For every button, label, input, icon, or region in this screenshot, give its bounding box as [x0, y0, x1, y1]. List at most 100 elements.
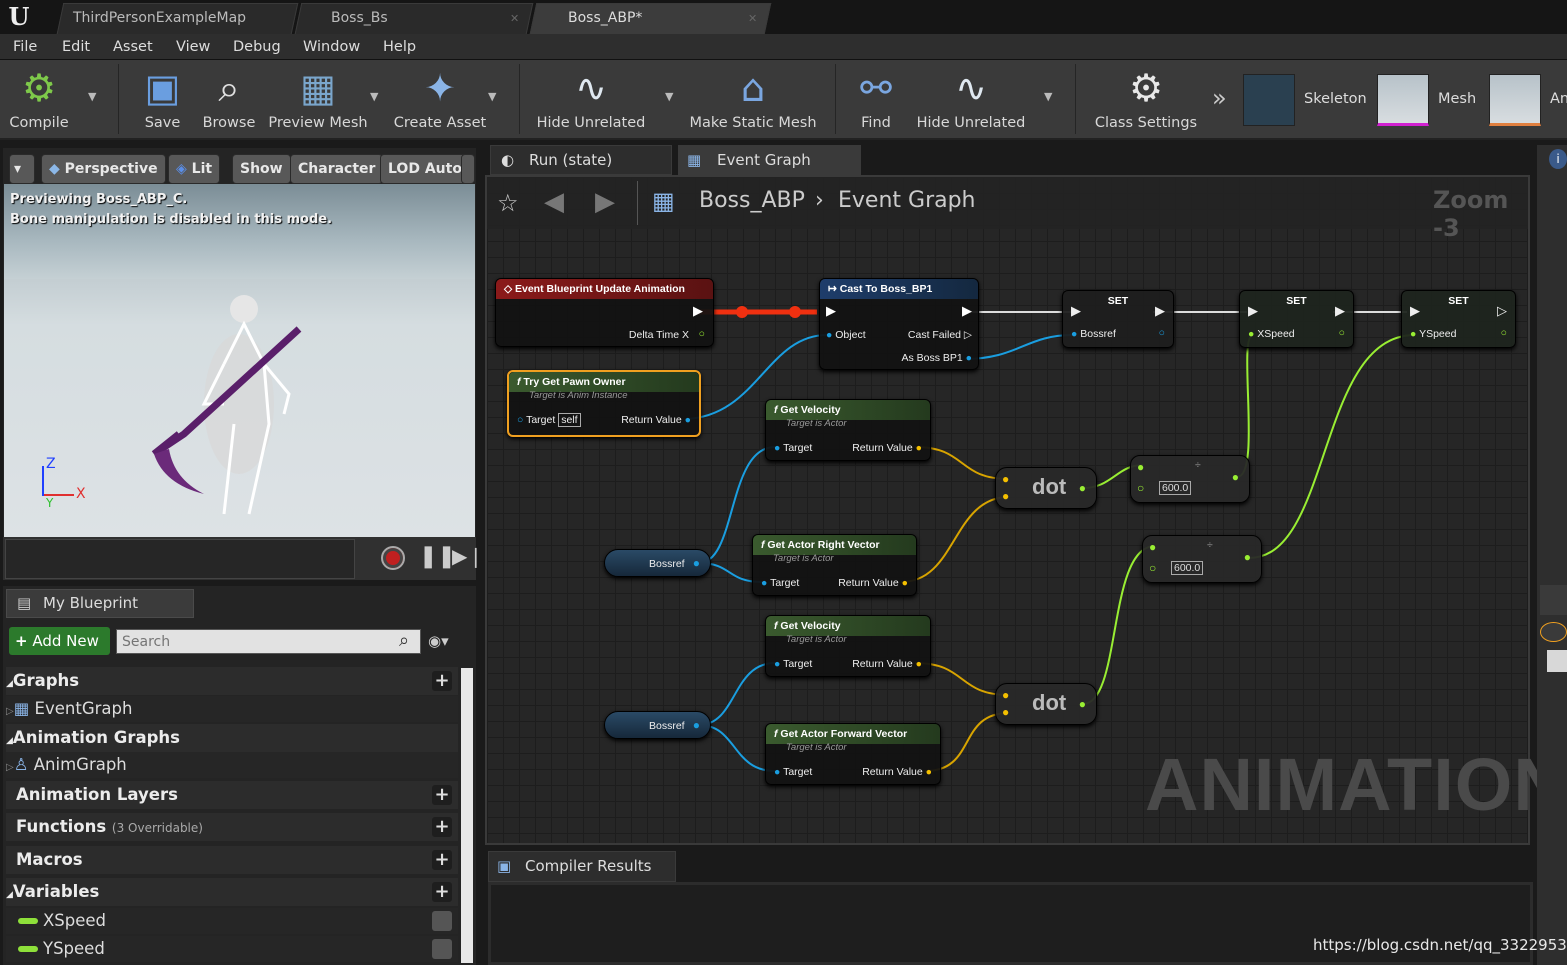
list-item-animgraph[interactable]: ▷♙ AnimGraph [6, 752, 458, 778]
section-graphs[interactable]: ◢Graphs + [6, 667, 458, 695]
mesh-mode-label[interactable]: Mesh [1438, 91, 1476, 107]
view-options-eye-icon[interactable]: ◉▾ [428, 632, 449, 650]
node-get-velocity-1[interactable]: f Get Velocity Target is Actor ● Target … [765, 399, 931, 461]
lod-auto-button[interactable]: LOD Auto [380, 154, 470, 184]
bossref-in-pin[interactable]: ● Bossref [1071, 328, 1116, 340]
xspeed-out-pin[interactable]: ○ [1339, 327, 1345, 339]
tab-third-person-map[interactable]: ThirdPersonExampleMap [56, 3, 299, 34]
save-button[interactable]: ▣ Save [135, 60, 190, 138]
section-macros[interactable]: Macros + [6, 846, 458, 874]
section-functions[interactable]: Functions (3 Overridable) + [6, 813, 458, 841]
more-chevron-icon[interactable]: » [1212, 84, 1227, 112]
close-icon[interactable]: ✕ [748, 4, 757, 33]
node-dot-product-1[interactable]: ● ● dot ● [995, 467, 1097, 509]
return-value-pin[interactable]: Return Value ● [621, 414, 691, 426]
add-macro-button[interactable]: + [432, 850, 452, 870]
node-get-bossref-2[interactable]: Bossref ● [604, 711, 711, 739]
float-in-pin-a[interactable]: ● [1149, 540, 1156, 554]
exec-out-pin[interactable]: ▶ [1155, 303, 1165, 319]
timeline-scrubber[interactable] [5, 539, 355, 579]
menu-file[interactable]: File [13, 34, 37, 60]
exec-out-pin[interactable]: ▶ [962, 303, 972, 319]
return-value-pin[interactable]: Return Value ● [862, 766, 932, 778]
float-out-pin[interactable]: ● [1079, 697, 1086, 711]
preview-mesh-dropdown-icon[interactable]: ▼ [370, 90, 378, 103]
float-in-pin-a[interactable]: ● [1137, 460, 1144, 474]
variable-xspeed[interactable]: XSpeed [6, 908, 458, 934]
target-pin[interactable]: ● Target [774, 442, 812, 454]
node-divide-1[interactable]: ● ○ ÷ 600.0 ● [1130, 455, 1250, 503]
node-set-yspeed[interactable]: SET ▶ ▷ ● YSpeed ○ [1401, 290, 1516, 348]
event-graph-canvas[interactable]: ☆ ◀ ▶ ▦ Boss_ABP › Event Graph Zoom -3 A… [485, 175, 1567, 845]
menu-debug[interactable]: Debug [233, 34, 281, 60]
float-in-pin-b[interactable]: ○ [1137, 481, 1144, 495]
node-dot-product-2[interactable]: ● ● dot ● [995, 683, 1097, 725]
record-icon[interactable] [381, 546, 405, 570]
hide-unrelated-button[interactable]: ∿ Hide Unrelated [536, 60, 646, 138]
float-out-pin[interactable]: ● [1079, 481, 1086, 495]
target-pin[interactable]: ● Target [774, 766, 812, 778]
add-animation-layer-button[interactable]: + [432, 785, 452, 805]
vector-in-pin-a[interactable]: ● [1002, 688, 1009, 702]
section-animation-layers[interactable]: Animation Layers + [6, 781, 458, 809]
exec-in-pin[interactable]: ▶ [1248, 303, 1258, 319]
eye-visibility-icon[interactable] [432, 911, 452, 931]
vector-in-pin-b[interactable]: ● [1002, 489, 1009, 503]
exec-out-pin[interactable]: ▶ [693, 303, 703, 319]
viewport-scene[interactable]: Previewing Boss_ABP_C. Bone manipulation… [4, 184, 475, 537]
as-boss-pin[interactable]: As Boss BP1 ● [901, 352, 972, 364]
float-out-pin[interactable]: ● [1244, 550, 1251, 564]
variable-yspeed[interactable]: YSpeed [6, 936, 458, 962]
exec-out-pin[interactable]: ▶ [1335, 303, 1345, 319]
section-variables[interactable]: ◢Variables + [6, 878, 458, 906]
divisor-value[interactable]: 600.0 [1171, 561, 1204, 575]
object-pin[interactable]: ● Object [826, 329, 866, 341]
details-search-input[interactable] [1547, 650, 1567, 672]
xspeed-in-pin[interactable]: ● XSpeed [1248, 328, 1295, 340]
self-default-value[interactable]: self [558, 413, 581, 427]
node-get-actor-right-vector[interactable]: f Get Actor Right Vector Target is Actor… [752, 534, 917, 596]
eye-visibility-icon[interactable] [432, 939, 452, 959]
viewport-overflow-button[interactable] [461, 154, 475, 184]
hide-unrelated-button-2[interactable]: ∿ Hide Unrelated [916, 60, 1026, 138]
cast-failed-pin[interactable]: Cast Failed ▷ [908, 329, 972, 341]
add-function-button[interactable]: + [432, 817, 452, 837]
add-new-button[interactable]: + Add New ▼ [9, 627, 110, 677]
object-out-pin[interactable]: ● [693, 718, 700, 732]
return-value-pin[interactable]: Return Value ● [838, 577, 908, 589]
bossref-out-pin[interactable]: ○ [1159, 327, 1165, 339]
viewport-options-dropdown-icon[interactable]: ▾ [9, 154, 35, 184]
node-try-get-pawn-owner[interactable]: f Try Get Pawn Owner Target is Anim Inst… [507, 370, 701, 437]
menu-asset[interactable]: Asset [113, 34, 153, 60]
menu-edit[interactable]: Edit [62, 34, 90, 60]
show-button[interactable]: Show [232, 154, 291, 184]
hide-unrelated-dropdown-icon[interactable]: ▼ [665, 90, 673, 103]
node-event-update-animation[interactable]: ◇ Event Blueprint Update Animation ▶ Del… [495, 278, 714, 347]
node-get-velocity-2[interactable]: f Get Velocity Target is Actor ● Target … [765, 615, 931, 677]
menu-window[interactable]: Window [303, 34, 360, 60]
class-settings-button[interactable]: ⚙ Class Settings [1092, 60, 1200, 138]
node-divide-2[interactable]: ● ○ ÷ 600.0 ● [1142, 535, 1262, 583]
target-pin[interactable]: ● Target [761, 577, 799, 589]
node-set-xspeed[interactable]: SET ▶ ▶ ● XSpeed ○ [1239, 290, 1354, 348]
yspeed-in-pin[interactable]: ● YSpeed [1410, 328, 1456, 340]
lit-button[interactable]: ◈ Lit [168, 154, 221, 184]
node-set-bossref[interactable]: SET ▶ ▶ ● Bossref ○ [1062, 290, 1174, 348]
node-cast-to-boss-bp1[interactable]: ↦ Cast To Boss_BP1 ▶ ▶ ● Object Cast Fai… [819, 278, 979, 370]
vector-in-pin-a[interactable]: ● [1002, 472, 1009, 486]
tab-boss-abp[interactable]: Boss_ABP* ✕ [529, 3, 772, 34]
divisor-value[interactable]: 600.0 [1159, 481, 1192, 495]
menu-view[interactable]: View [176, 34, 210, 60]
node-get-actor-forward-vector[interactable]: f Get Actor Forward Vector Target is Act… [765, 723, 941, 785]
float-pin-icon[interactable]: ○ [699, 328, 705, 340]
add-graph-button[interactable]: + [432, 671, 452, 691]
skeleton-mode-label[interactable]: Skeleton [1304, 91, 1367, 107]
float-in-pin-b[interactable]: ○ [1149, 561, 1156, 575]
animation-thumbnail[interactable] [1489, 74, 1541, 126]
search-input[interactable] [116, 629, 421, 654]
perspective-button[interactable]: ◆ Perspective [41, 154, 166, 184]
object-out-pin[interactable]: ● [693, 556, 700, 570]
section-animation-graphs[interactable]: ◢Animation Graphs [6, 724, 458, 752]
compile-button[interactable]: ⚙ Compile [4, 60, 74, 138]
close-icon[interactable]: ✕ [510, 4, 519, 33]
